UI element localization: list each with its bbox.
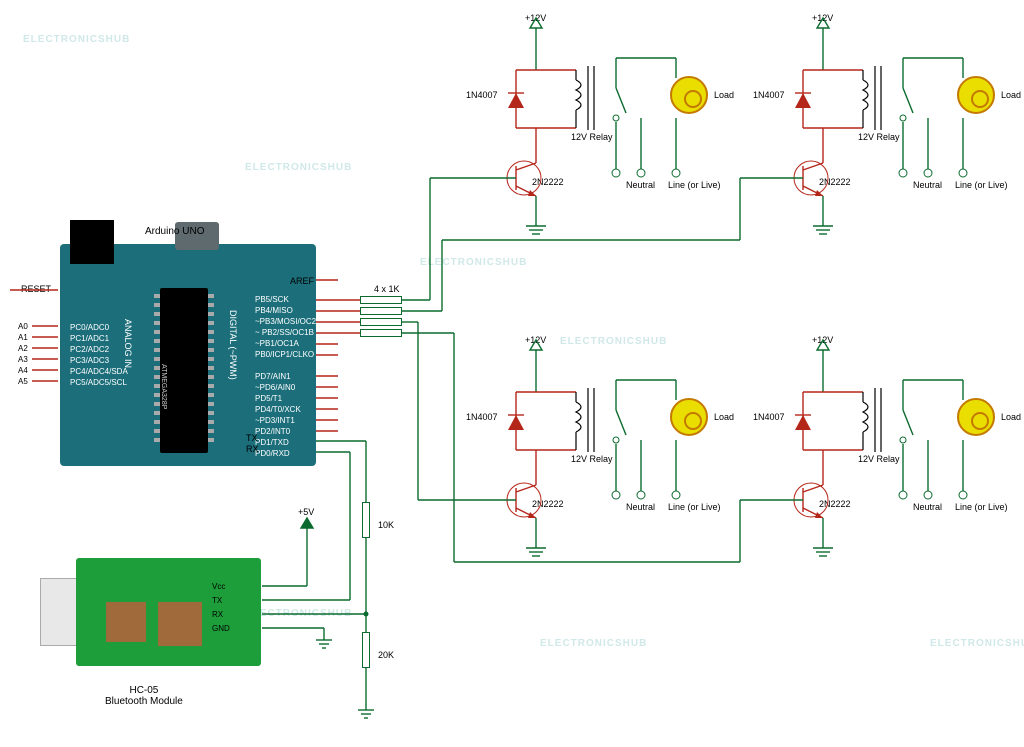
arduino-uno-board: ATMEGA328P Arduino UNO ANALOG IN DIGITAL… [60,244,316,466]
resistor-1k-2 [360,307,402,315]
hc05-chip-2 [158,602,202,646]
digital-pwm-label: DIGITAL (~PWM) [228,310,238,380]
digital-pins-list: PB5/SCK PB4/MISO ~PB3/MOSI/OC2A ~ PB2/SS… [255,294,321,459]
transistor-1: 2N2222 [532,177,564,187]
atmega-chip [160,288,208,453]
plus-5v-label: +5V [298,507,314,517]
neutral-3: Neutral [626,502,655,512]
diode-3: 1N4007 [466,412,498,422]
plus12v-1: +12V [525,13,546,23]
hc05-pin-labels: Vcc TX RX GND [212,582,230,638]
load-1: Load [714,90,734,100]
line-1: Line (or Live) [668,180,721,190]
watermark: ELECTRONICSHUB [420,257,527,268]
watermark: ELECTRONICSHUB [560,336,667,347]
load-3: Load [714,412,734,422]
reset-label: RESET [21,284,51,294]
transistor-3: 2N2222 [532,499,564,509]
neutral-2: Neutral [913,180,942,190]
digital-pin-numbers: 13 12 11 10 9 8 7 6 5 4 3 2 1 0 [320,294,329,459]
relay-4: 12V Relay [858,454,900,464]
relay-1: 12V Relay [571,132,613,142]
a0: A0 [18,322,28,331]
analog-in-label: ANALOG IN [123,319,133,368]
watermark: ELECTRONICSHUB [245,162,352,173]
chip-label: ATMEGA328P [160,364,167,409]
hc05-module: Vcc TX RX GND [40,558,262,678]
resistor-1k-1 [360,296,402,304]
plus12v-4: +12V [812,335,833,345]
hc05-chip-1 [106,602,146,642]
relay-3: 12V Relay [571,454,613,464]
hc05-title: HC-05Bluetooth Module [105,685,183,707]
neutral-1: Neutral [626,180,655,190]
resistor-1k-4 [360,329,402,337]
analog-pins-list: PC0/ADC0 PC1/ADC1 PC2/ADC2 PC3/ADC3 PC4/… [70,322,122,388]
line-2: Line (or Live) [955,180,1008,190]
a2: A2 [18,344,28,353]
r10k-label: 10K [378,520,394,530]
load-lamp-3 [670,398,708,436]
usb-connector [70,220,114,264]
hc05-antenna [40,578,78,646]
aref-label: AREF [290,276,314,286]
diode-1: 1N4007 [466,90,498,100]
a3: A3 [18,355,28,364]
relay-2: 12V Relay [858,132,900,142]
a4: A4 [18,366,28,375]
transistor-2: 2N2222 [819,177,851,187]
resistor-20k [362,632,370,668]
diode-4: 1N4007 [753,412,785,422]
r20k-label: 20K [378,650,394,660]
resistor-1k-3 [360,318,402,326]
load-4: Load [1001,412,1021,422]
diode-2: 1N4007 [753,90,785,100]
neutral-4: Neutral [913,502,942,512]
load-lamp-4 [957,398,995,436]
watermark: ELECTRONICSHUB [930,638,1024,649]
watermark: ELECTRONICSHUB [540,638,647,649]
transistor-4: 2N2222 [819,499,851,509]
load-lamp-2 [957,76,995,114]
load-lamp-1 [670,76,708,114]
line-3: Line (or Live) [668,502,721,512]
a1: A1 [18,333,28,342]
plus12v-2: +12V [812,13,833,23]
line-4: Line (or Live) [955,502,1008,512]
plus12v-3: +12V [525,335,546,345]
resistor-10k [362,502,370,538]
watermark: ELECTRONICSHUB [23,34,130,45]
load-2: Load [1001,90,1021,100]
arduino-title: Arduino UNO [145,226,204,237]
tx-label: TX [246,433,258,443]
resistor-group-label: 4 x 1K [374,284,400,294]
a5: A5 [18,377,28,386]
rx-label: RX [246,444,259,454]
